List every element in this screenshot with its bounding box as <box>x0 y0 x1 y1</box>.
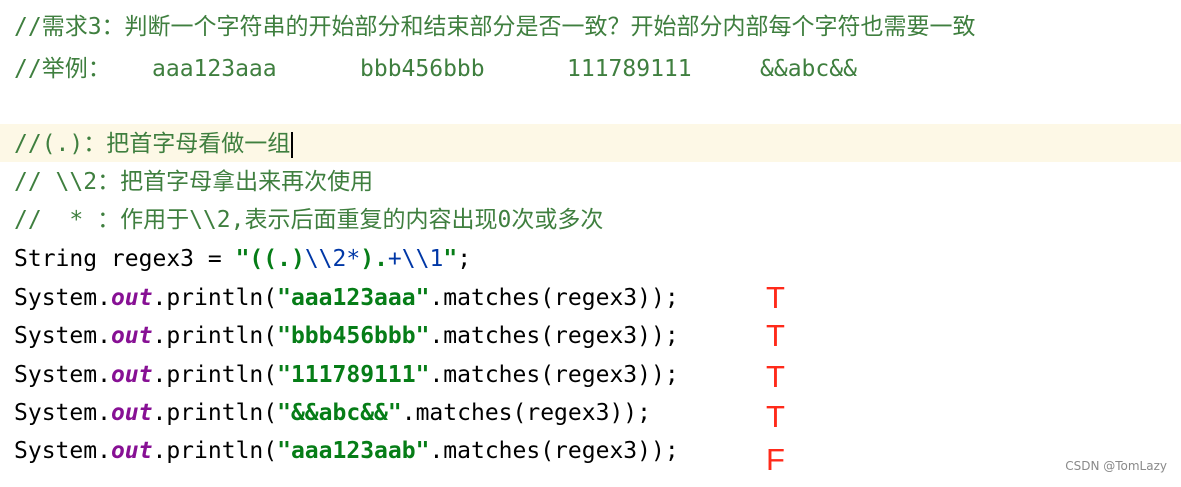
regex-escape-2: \\2 <box>304 246 347 272</box>
regex-escape-1: \\1 <box>401 246 444 272</box>
matches-suffix: .matches(regex3)); <box>429 285 679 311</box>
out-field: out <box>110 362 153 388</box>
println-arg: "111789111" <box>277 362 430 388</box>
example-2: bbb456bbb <box>360 56 485 82</box>
comment-backref: // \\2：把首字母拿出来再次使用 <box>14 169 374 195</box>
decl-suffix: ; <box>457 246 472 272</box>
println-line-3: System.out.println("111789111".matches(r… <box>14 356 679 394</box>
regex-close: " <box>443 246 458 272</box>
comment-example-label: //举例： <box>14 56 111 82</box>
out-field: out <box>110 400 153 426</box>
println-arg: "bbb456bbb" <box>277 323 430 349</box>
println-call: .println( <box>152 323 278 349</box>
out-field: out <box>110 438 153 464</box>
regex-open: "((.) <box>235 246 305 272</box>
println-prefix: System. <box>14 400 111 426</box>
result-mark-1: T <box>766 280 785 315</box>
regex-mid: ). <box>360 246 388 272</box>
println-prefix: System. <box>14 438 111 464</box>
println-line-5: System.out.println("aaa123aab".matches(r… <box>14 432 679 470</box>
println-call: .println( <box>152 285 278 311</box>
regex-declaration: String regex3 = "((.)\\2*).+\\1"; <box>14 240 471 278</box>
println-line-1: System.out.println("aaa123aaa".matches(r… <box>14 279 679 317</box>
matches-suffix: .matches(regex3)); <box>429 323 679 349</box>
result-mark-4: T <box>766 399 785 434</box>
comment-requirement: //需求3：判断一个字符串的开始部分和结束部分是否一致？开始部分内部每个字符也需… <box>14 14 976 40</box>
example-1: aaa123aaa <box>152 56 277 82</box>
matches-suffix: .matches(regex3)); <box>401 400 651 426</box>
println-line-2: System.out.println("bbb456bbb".matches(r… <box>14 317 679 355</box>
result-mark-2: T <box>766 318 785 353</box>
println-arg: "aaa123aab" <box>277 438 430 464</box>
comment-star: // * ：作用于\\2,表示后面重复的内容出现0次或多次 <box>14 207 604 233</box>
println-call: .println( <box>152 400 278 426</box>
result-mark-5: F <box>766 442 785 477</box>
matches-suffix: .matches(regex3)); <box>429 438 679 464</box>
out-field: out <box>110 323 153 349</box>
watermark: CSDN @TomLazy <box>1065 459 1167 473</box>
example-4: &&abc&& <box>760 56 857 82</box>
println-call: .println( <box>152 362 278 388</box>
comment-group-text: //(.)：把首字母看做一组 <box>14 131 291 157</box>
decl-prefix: String regex3 = <box>14 246 236 272</box>
comment-group[interactable]: //(.)：把首字母看做一组 <box>14 125 294 163</box>
println-call: .println( <box>152 438 278 464</box>
out-field: out <box>110 285 153 311</box>
example-3: 111789111 <box>567 56 692 82</box>
println-arg: "&&abc&&" <box>277 400 402 426</box>
regex-plus: + <box>387 246 402 272</box>
println-prefix: System. <box>14 285 111 311</box>
regex-star: * <box>346 246 361 272</box>
println-arg: "aaa123aaa" <box>277 285 430 311</box>
text-caret <box>291 131 294 158</box>
println-prefix: System. <box>14 362 111 388</box>
matches-suffix: .matches(regex3)); <box>429 362 679 388</box>
result-mark-3: T <box>766 359 785 394</box>
println-line-4: System.out.println("&&abc&&".matches(reg… <box>14 394 651 432</box>
code-editor[interactable]: //需求3：判断一个字符串的开始部分和结束部分是否一致？开始部分内部每个字符也需… <box>0 0 1181 487</box>
println-prefix: System. <box>14 323 111 349</box>
